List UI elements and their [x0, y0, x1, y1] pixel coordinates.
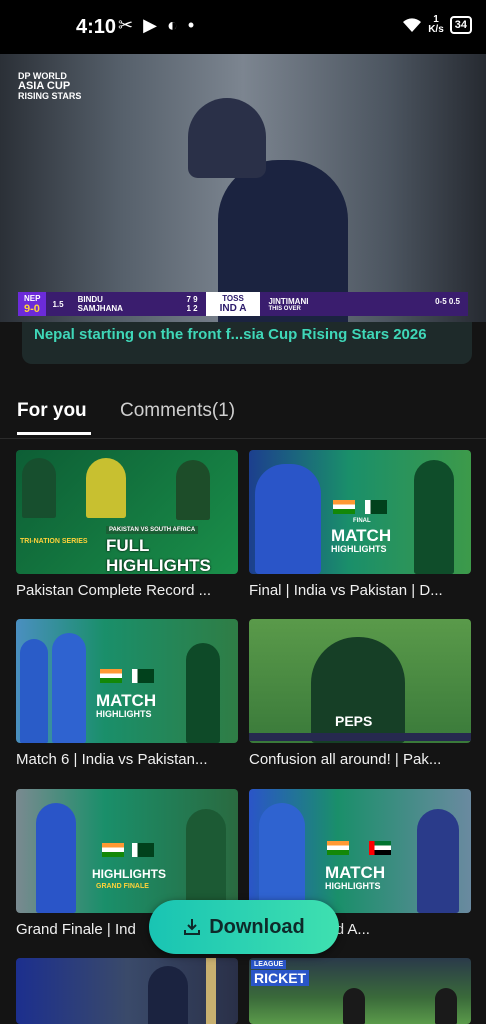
- app-icon: ◐: [166, 15, 178, 35]
- video-card-title: Match 6 | India vs Pakistan...: [16, 751, 208, 768]
- video-card-title: Confusion all around! | Pak...: [249, 751, 442, 768]
- india-flag-icon: [102, 843, 124, 857]
- score-toss: TOSS IND A: [205, 292, 261, 316]
- tab-active-indicator: [17, 432, 91, 435]
- score-team: NEP 9-0: [18, 292, 47, 316]
- pakistan-flag-icon: [132, 669, 154, 683]
- dot-icon: •: [187, 15, 195, 35]
- video-card-title: Pakistan Complete Record ...: [16, 582, 212, 599]
- video-batter-helmet: [188, 98, 266, 178]
- tab-bar: For you Comments(1): [0, 392, 486, 439]
- video-title: Nepal starting on the front f...sia Cup …: [34, 326, 427, 343]
- status-time: 4:10: [76, 16, 117, 38]
- status-bar: 4:10 ✂ ▶ ◐ • 1 K/s 34: [0, 0, 486, 54]
- status-notification-icons: ✂ ▶ ◐ •: [118, 15, 194, 36]
- asia-cup-logo: DP WORLD ASIA CUP RISING STARS: [18, 71, 82, 101]
- video-title-ticker: Nepal starting on the front f...sia Cup …: [22, 322, 472, 364]
- video-thumbnail[interactable]: PAKISTAN VS SOUTH AFRICA FULL HIGHLIGHTS…: [16, 450, 238, 574]
- video-card[interactable]: MATCH HIGHLIGHTS Match 6 | India vs Paki…: [16, 619, 238, 768]
- tab-comments[interactable]: Comments(1): [120, 400, 235, 422]
- video-thumbnail[interactable]: [16, 958, 238, 1024]
- video-thumbnail[interactable]: FINAL MATCH HIGHLIGHTS: [249, 450, 471, 574]
- video-card[interactable]: LEAGUE RICKET: [249, 958, 471, 1024]
- network-speed: 1 K/s: [428, 14, 444, 35]
- pakistan-flag-icon: [365, 500, 387, 514]
- download-icon: [184, 919, 201, 935]
- score-overs: 1.5: [52, 299, 64, 309]
- score-batters: BINDU 7 9 SAMJHANA 1 2: [77, 295, 198, 313]
- pakistan-flag-icon: [132, 843, 154, 857]
- india-flag-icon: [327, 841, 349, 855]
- scoreboard: NEP 9-0 1.5 BINDU 7 9 SAMJHANA 1 2 TOSS IN…: [18, 292, 468, 316]
- video-card-title: Final | India vs Pakistan | D...: [249, 582, 443, 599]
- battery-icon: 34: [449, 16, 472, 34]
- video-player[interactable]: DP WORLD ASIA CUP RISING STARS NEP 9-0 1…: [0, 54, 486, 322]
- video-thumbnail[interactable]: PEPS: [249, 619, 471, 743]
- video-card[interactable]: PAKISTAN VS SOUTH AFRICA FULL HIGHLIGHTS…: [16, 450, 238, 599]
- score-bowler: JINTIMANI 0-5 0.5 THIS OVER: [268, 296, 460, 312]
- india-flag-icon: [100, 669, 122, 683]
- india-flag-icon: [333, 500, 355, 514]
- wifi-icon: [403, 18, 422, 32]
- status-right: 1 K/s 34: [402, 15, 472, 35]
- missed-call-icon: ✂: [118, 15, 134, 35]
- media-icon: ▶: [143, 15, 157, 35]
- video-thumbnail[interactable]: LEAGUE RICKET: [249, 958, 471, 1024]
- video-thumbnail[interactable]: HIGHLIGHTS GRAND FINALE: [16, 789, 238, 913]
- video-card[interactable]: FINAL MATCH HIGHLIGHTS Final | India vs …: [249, 450, 471, 599]
- video-card[interactable]: PEPS Confusion all around! | Pak...: [249, 619, 471, 768]
- uae-flag-icon: [369, 841, 391, 855]
- video-thumbnail[interactable]: MATCH HIGHLIGHTS: [16, 619, 238, 743]
- video-thumbnail[interactable]: MATCH HIGHLIGHTS: [249, 789, 471, 913]
- download-label: Download: [209, 915, 305, 938]
- download-button[interactable]: Download: [149, 900, 339, 954]
- video-card[interactable]: [16, 958, 238, 1024]
- tab-for-you[interactable]: For you: [17, 400, 87, 422]
